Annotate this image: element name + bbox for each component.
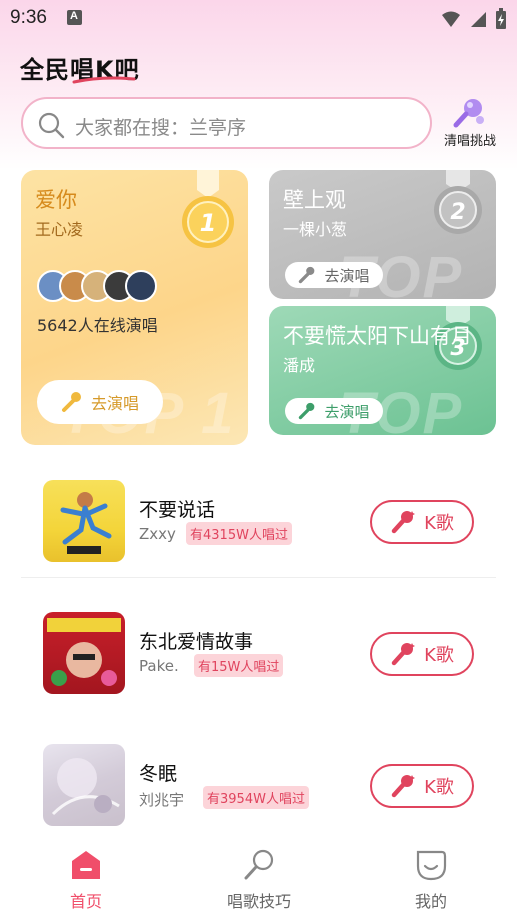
nav-home-label: 首页 [69,892,102,911]
karaoke-label: K歌 [424,777,454,798]
sing-count-badge: 有15W人唱过 [194,654,284,677]
sing-count-badge: 有3954W人唱过 [203,786,309,809]
nav-singing-tips[interactable]: 唱歌技巧 [199,848,319,912]
wifi-icon [442,11,460,27]
song-title: 不要说话 [139,499,216,521]
top3-card[interactable]: TOP 3 3 不要慌太阳下山有月 潘成 去演唱 [269,306,496,435]
song-row[interactable]: 不要说话 Zxxy 有4315W人唱过 K歌 [21,462,496,572]
divider [21,577,496,578]
song-row[interactable]: 冬眠 刘兆宇 有3954W人唱过 K歌 [21,726,496,836]
karaoke-button[interactable]: K歌 [370,500,474,544]
song-artist: 刘兆宇 [139,791,185,809]
nav-profile[interactable]: 我的 [371,848,491,912]
top3-sing-label: 去演唱 [324,402,370,421]
song-title: 冬眠 [139,763,178,785]
top1-sing-label: 去演唱 [90,394,139,413]
top2-sing-button[interactable]: 去演唱 [285,262,383,288]
song-row[interactable]: 东北爱情故事 Pake. 有15W人唱过 K歌 [21,594,496,704]
svg-text:2: 2 [450,200,465,225]
microphone-icon [391,775,416,798]
top2-song-title: 壁上观 [283,188,346,212]
top3-sing-button[interactable]: 去演唱 [285,398,383,424]
song-title: 东北爱情故事 [139,631,254,653]
song-cover-image [43,744,125,826]
challenge-label: 清唱挑战 [443,134,496,149]
cover-art [47,618,121,686]
top2-card[interactable]: TOP 2 壁上观 一棵小葱 2 去演唱 [269,170,496,299]
song-cover-image [43,612,125,694]
top2-sing-label: 去演唱 [324,266,370,285]
cover-art [60,492,112,554]
silver-medal-icon: 2 [434,170,482,234]
avatar [125,270,157,302]
top1-sing-button[interactable]: 去演唱 [37,380,163,424]
nav-home[interactable]: 首页 [26,848,146,912]
microphone-icon [299,266,315,284]
song-artist: Zxxy [139,525,176,543]
microphone-icon [61,392,81,412]
karaoke-button[interactable]: K歌 [370,764,474,808]
cover-art [51,758,120,816]
gold-medal-icon: 1 [182,170,234,248]
home-icon [72,851,100,879]
top3-song-title: 不要慌太阳下山有月 [283,324,472,348]
nav-profile-label: 我的 [414,892,447,911]
top2-artist: 一棵小葱 [283,220,348,239]
status-time: 9:36 [10,7,47,28]
top1-artist: 王心凌 [35,220,84,239]
nav-singing-tips-label: 唱歌技巧 [226,892,291,911]
search-bar[interactable]: 大家都在搜：兰亭序 [21,97,432,149]
a-cappella-challenge-button[interactable]: 清唱挑战 [440,98,500,150]
top1-song-title: 爱你 [35,188,77,212]
status-right-icons [441,8,507,30]
microphone-icon [391,643,416,666]
online-count: 5642人在线演唱 [37,316,158,335]
signal-icon [471,12,486,27]
song-cover-image [43,480,125,562]
logo-underline-decoration [72,76,136,84]
status-bar: 9:36 [0,0,517,36]
profile-icon [416,850,447,881]
notification-a-icon [67,10,82,25]
top3-artist: 潘成 [283,356,316,375]
microphone-icon [244,849,274,880]
microphone-icon [299,402,315,420]
song-artist: Pake. [139,657,179,675]
sing-count-badge: 有4315W人唱过 [186,522,292,545]
top1-card[interactable]: TOP 1 爱你 王心凌 1 5642人在线演唱 去演唱 [21,170,248,445]
karaoke-label: K歌 [424,645,454,666]
bottom-nav: 首页 唱歌技巧 我的 [0,840,517,920]
search-placeholder: 大家都在搜：兰亭序 [75,117,247,139]
battery-icon [496,8,506,29]
microphone-icon [453,99,484,128]
microphone-icon [391,511,416,534]
karaoke-label: K歌 [424,513,454,534]
karaoke-button[interactable]: K歌 [370,632,474,676]
svg-text:1: 1 [200,209,217,237]
search-icon [38,112,65,139]
